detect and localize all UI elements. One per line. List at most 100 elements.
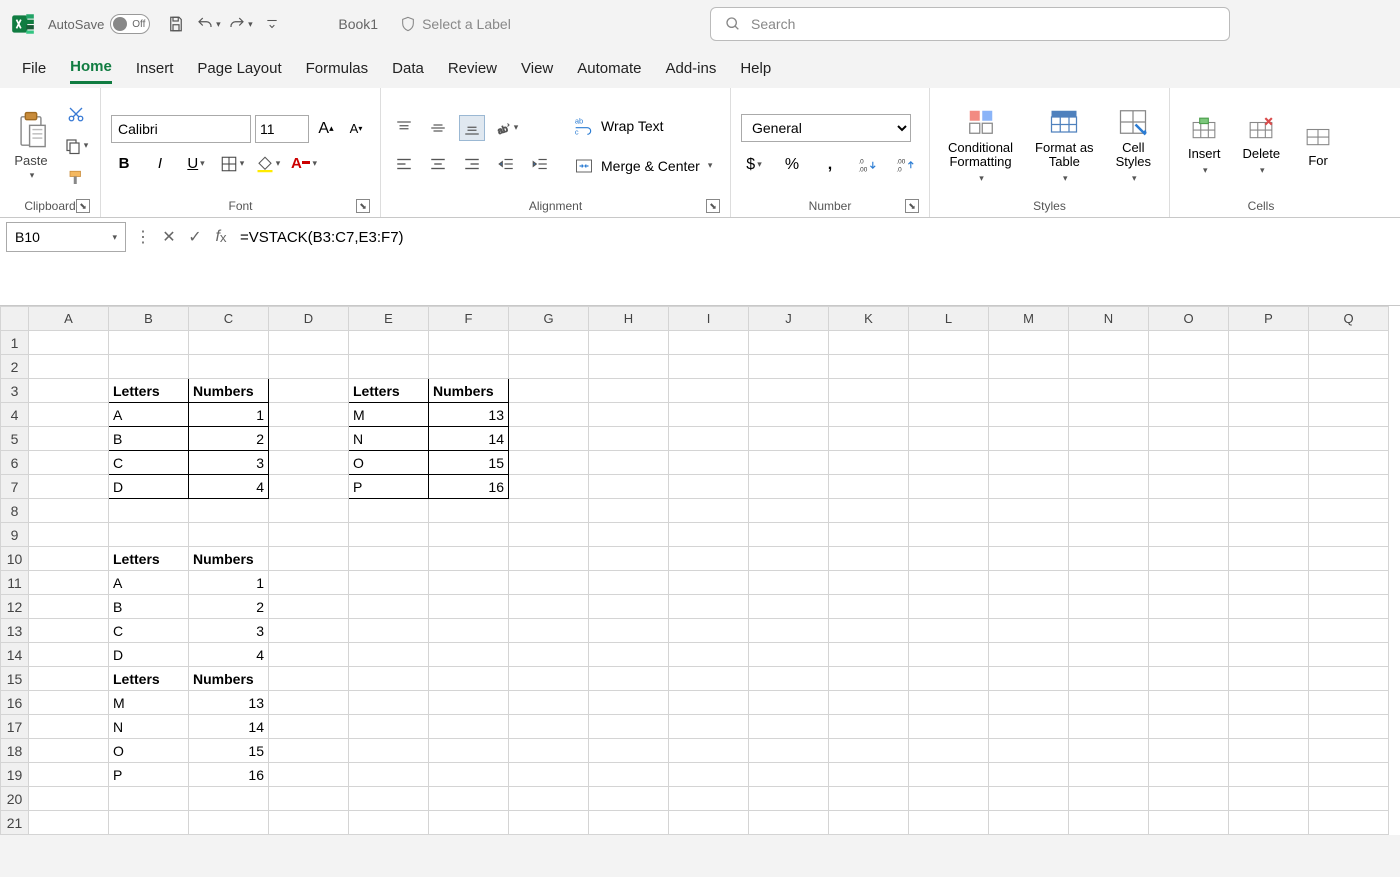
cell-F16[interactable] <box>429 691 509 715</box>
cell-O4[interactable] <box>1149 403 1229 427</box>
cell-Q3[interactable] <box>1309 379 1389 403</box>
col-header-O[interactable]: O <box>1149 307 1229 331</box>
cell-B13[interactable]: C <box>109 619 189 643</box>
cell-H16[interactable] <box>589 691 669 715</box>
cell-C9[interactable] <box>189 523 269 547</box>
cell-B5[interactable]: B <box>109 427 189 451</box>
accounting-format-button[interactable]: $▾ <box>741 152 767 178</box>
cell-F18[interactable] <box>429 739 509 763</box>
cell-P5[interactable] <box>1229 427 1309 451</box>
cell-A21[interactable] <box>29 811 109 835</box>
cell-H12[interactable] <box>589 595 669 619</box>
cell-N10[interactable] <box>1069 547 1149 571</box>
cell-A6[interactable] <box>29 451 109 475</box>
cell-J17[interactable] <box>749 715 829 739</box>
cell-D19[interactable] <box>269 763 349 787</box>
cell-I2[interactable] <box>669 355 749 379</box>
cell-E18[interactable] <box>349 739 429 763</box>
cell-F2[interactable] <box>429 355 509 379</box>
cell-C1[interactable] <box>189 331 269 355</box>
cell-H7[interactable] <box>589 475 669 499</box>
cut-button[interactable] <box>62 101 90 127</box>
format-as-table-button[interactable]: Format as Table▾ <box>1027 103 1102 189</box>
delete-cells-button[interactable]: Delete▾ <box>1234 112 1288 180</box>
cell-O5[interactable] <box>1149 427 1229 451</box>
cell-L5[interactable] <box>909 427 989 451</box>
row-header-2[interactable]: 2 <box>1 355 29 379</box>
cell-P6[interactable] <box>1229 451 1309 475</box>
cell-G7[interactable] <box>509 475 589 499</box>
cell-N12[interactable] <box>1069 595 1149 619</box>
cell-L8[interactable] <box>909 499 989 523</box>
cell-M6[interactable] <box>989 451 1069 475</box>
cell-A8[interactable] <box>29 499 109 523</box>
cell-H4[interactable] <box>589 403 669 427</box>
cell-C21[interactable] <box>189 811 269 835</box>
row-header-1[interactable]: 1 <box>1 331 29 355</box>
cell-P9[interactable] <box>1229 523 1309 547</box>
cell-B8[interactable] <box>109 499 189 523</box>
comma-format-button[interactable]: , <box>817 152 843 178</box>
cell-L2[interactable] <box>909 355 989 379</box>
cell-M20[interactable] <box>989 787 1069 811</box>
cell-O6[interactable] <box>1149 451 1229 475</box>
cell-N5[interactable] <box>1069 427 1149 451</box>
cell-D16[interactable] <box>269 691 349 715</box>
cell-I10[interactable] <box>669 547 749 571</box>
cell-O18[interactable] <box>1149 739 1229 763</box>
cell-P10[interactable] <box>1229 547 1309 571</box>
cell-E2[interactable] <box>349 355 429 379</box>
cell-N8[interactable] <box>1069 499 1149 523</box>
search-box[interactable]: Search <box>710 7 1230 41</box>
tab-review[interactable]: Review <box>448 54 497 83</box>
cell-F3[interactable]: Numbers <box>429 379 509 403</box>
cell-J18[interactable] <box>749 739 829 763</box>
cell-J5[interactable] <box>749 427 829 451</box>
cell-B16[interactable]: M <box>109 691 189 715</box>
cell-O3[interactable] <box>1149 379 1229 403</box>
cell-L19[interactable] <box>909 763 989 787</box>
row-header-15[interactable]: 15 <box>1 667 29 691</box>
col-header-C[interactable]: C <box>189 307 269 331</box>
decrease-font-size-button[interactable]: A▾ <box>343 116 369 142</box>
cell-G1[interactable] <box>509 331 589 355</box>
cell-O9[interactable] <box>1149 523 1229 547</box>
cell-O13[interactable] <box>1149 619 1229 643</box>
cell-F8[interactable] <box>429 499 509 523</box>
save-icon[interactable] <box>162 10 190 38</box>
cell-M1[interactable] <box>989 331 1069 355</box>
cell-K12[interactable] <box>829 595 909 619</box>
cell-D11[interactable] <box>269 571 349 595</box>
cell-P13[interactable] <box>1229 619 1309 643</box>
cell-H6[interactable] <box>589 451 669 475</box>
row-header-17[interactable]: 17 <box>1 715 29 739</box>
cell-L18[interactable] <box>909 739 989 763</box>
cell-G12[interactable] <box>509 595 589 619</box>
cell-A13[interactable] <box>29 619 109 643</box>
cell-L7[interactable] <box>909 475 989 499</box>
cell-N19[interactable] <box>1069 763 1149 787</box>
cell-H18[interactable] <box>589 739 669 763</box>
cell-N20[interactable] <box>1069 787 1149 811</box>
cell-M11[interactable] <box>989 571 1069 595</box>
cell-F17[interactable] <box>429 715 509 739</box>
cell-M10[interactable] <box>989 547 1069 571</box>
cell-G5[interactable] <box>509 427 589 451</box>
cell-I18[interactable] <box>669 739 749 763</box>
cell-K20[interactable] <box>829 787 909 811</box>
cell-C11[interactable]: 1 <box>189 571 269 595</box>
align-bottom-button[interactable] <box>459 115 485 141</box>
insert-cells-button[interactable]: Insert▾ <box>1180 112 1229 180</box>
cell-J20[interactable] <box>749 787 829 811</box>
row-header-5[interactable]: 5 <box>1 427 29 451</box>
cell-Q4[interactable] <box>1309 403 1389 427</box>
cell-E20[interactable] <box>349 787 429 811</box>
row-header-11[interactable]: 11 <box>1 571 29 595</box>
cell-D20[interactable] <box>269 787 349 811</box>
cell-F20[interactable] <box>429 787 509 811</box>
cell-Q9[interactable] <box>1309 523 1389 547</box>
cell-L15[interactable] <box>909 667 989 691</box>
cell-L12[interactable] <box>909 595 989 619</box>
cell-A1[interactable] <box>29 331 109 355</box>
cell-P16[interactable] <box>1229 691 1309 715</box>
